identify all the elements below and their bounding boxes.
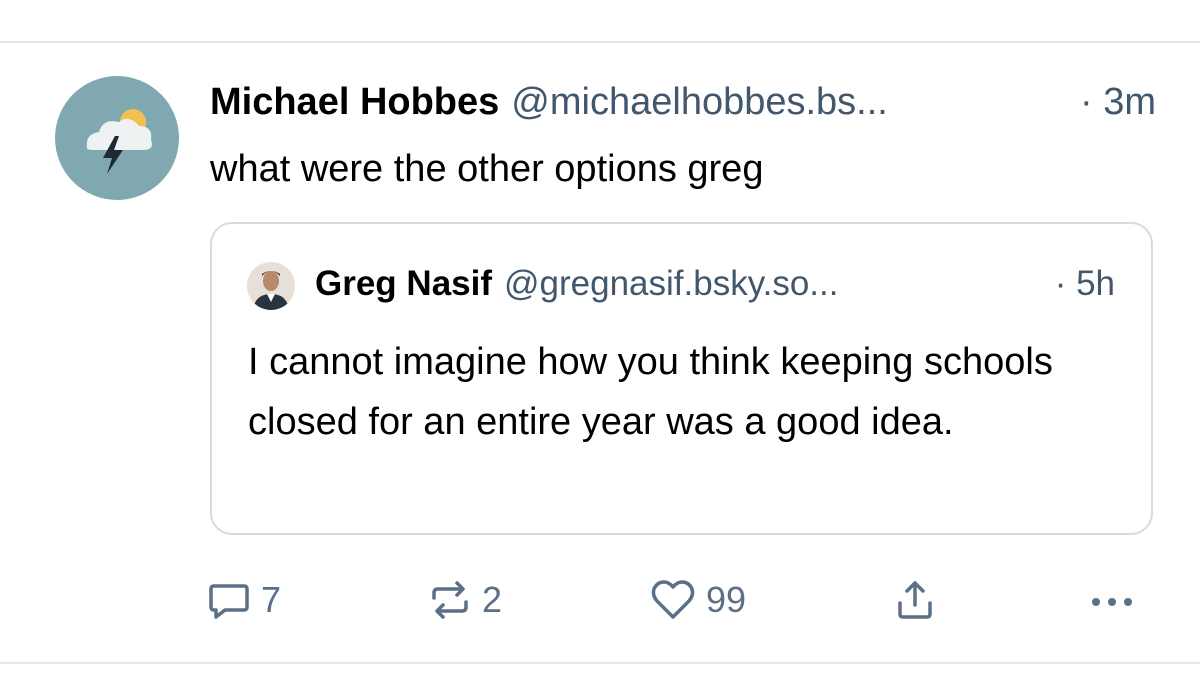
storm-cloud-sun-icon	[86, 109, 152, 174]
repost-icon	[432, 581, 468, 619]
author-handle[interactable]: @michaelhobbes.bs...	[511, 81, 888, 124]
share-icon	[898, 581, 932, 619]
quoted-author-name[interactable]: Greg Nasif	[315, 264, 492, 304]
reply-count: 7	[261, 579, 282, 620]
more-icon	[1092, 598, 1132, 606]
post-timestamp[interactable]: · 3m	[1080, 81, 1170, 124]
more-options-button[interactable]	[1087, 575, 1137, 625]
post-actions: 7 2 99	[0, 575, 1200, 625]
repost-button[interactable]: 2	[428, 575, 502, 625]
quoted-post-timestamp[interactable]: · 5h	[1055, 264, 1115, 304]
share-button[interactable]	[893, 575, 937, 625]
quoted-author-avatar[interactable]	[247, 262, 295, 310]
like-count: 99	[706, 579, 747, 620]
top-divider	[0, 41, 1200, 43]
repost-count: 2	[482, 579, 503, 620]
author-name[interactable]: Michael Hobbes	[210, 81, 499, 124]
like-icon	[651, 580, 695, 619]
quoted-post-header: Greg Nasif @gregnasif.bsky.so... · 5h	[315, 260, 1115, 308]
post-text: what were the other options greg	[210, 148, 764, 190]
quoted-author-handle[interactable]: @gregnasif.bsky.so...	[504, 264, 838, 304]
quoted-post[interactable]: Greg Nasif @gregnasif.bsky.so... · 5h I …	[210, 222, 1153, 535]
reply-icon	[209, 584, 249, 619]
like-button[interactable]: 99	[650, 575, 746, 625]
author-avatar[interactable]	[55, 76, 179, 200]
bottom-divider	[0, 662, 1200, 664]
quoted-post-text: I cannot imagine how you think keeping s…	[248, 341, 1053, 443]
post-header: Michael Hobbes @michaelhobbes.bs... · 3m	[210, 78, 1170, 126]
reply-button[interactable]: 7	[207, 575, 281, 625]
person-photo-icon	[247, 262, 295, 310]
